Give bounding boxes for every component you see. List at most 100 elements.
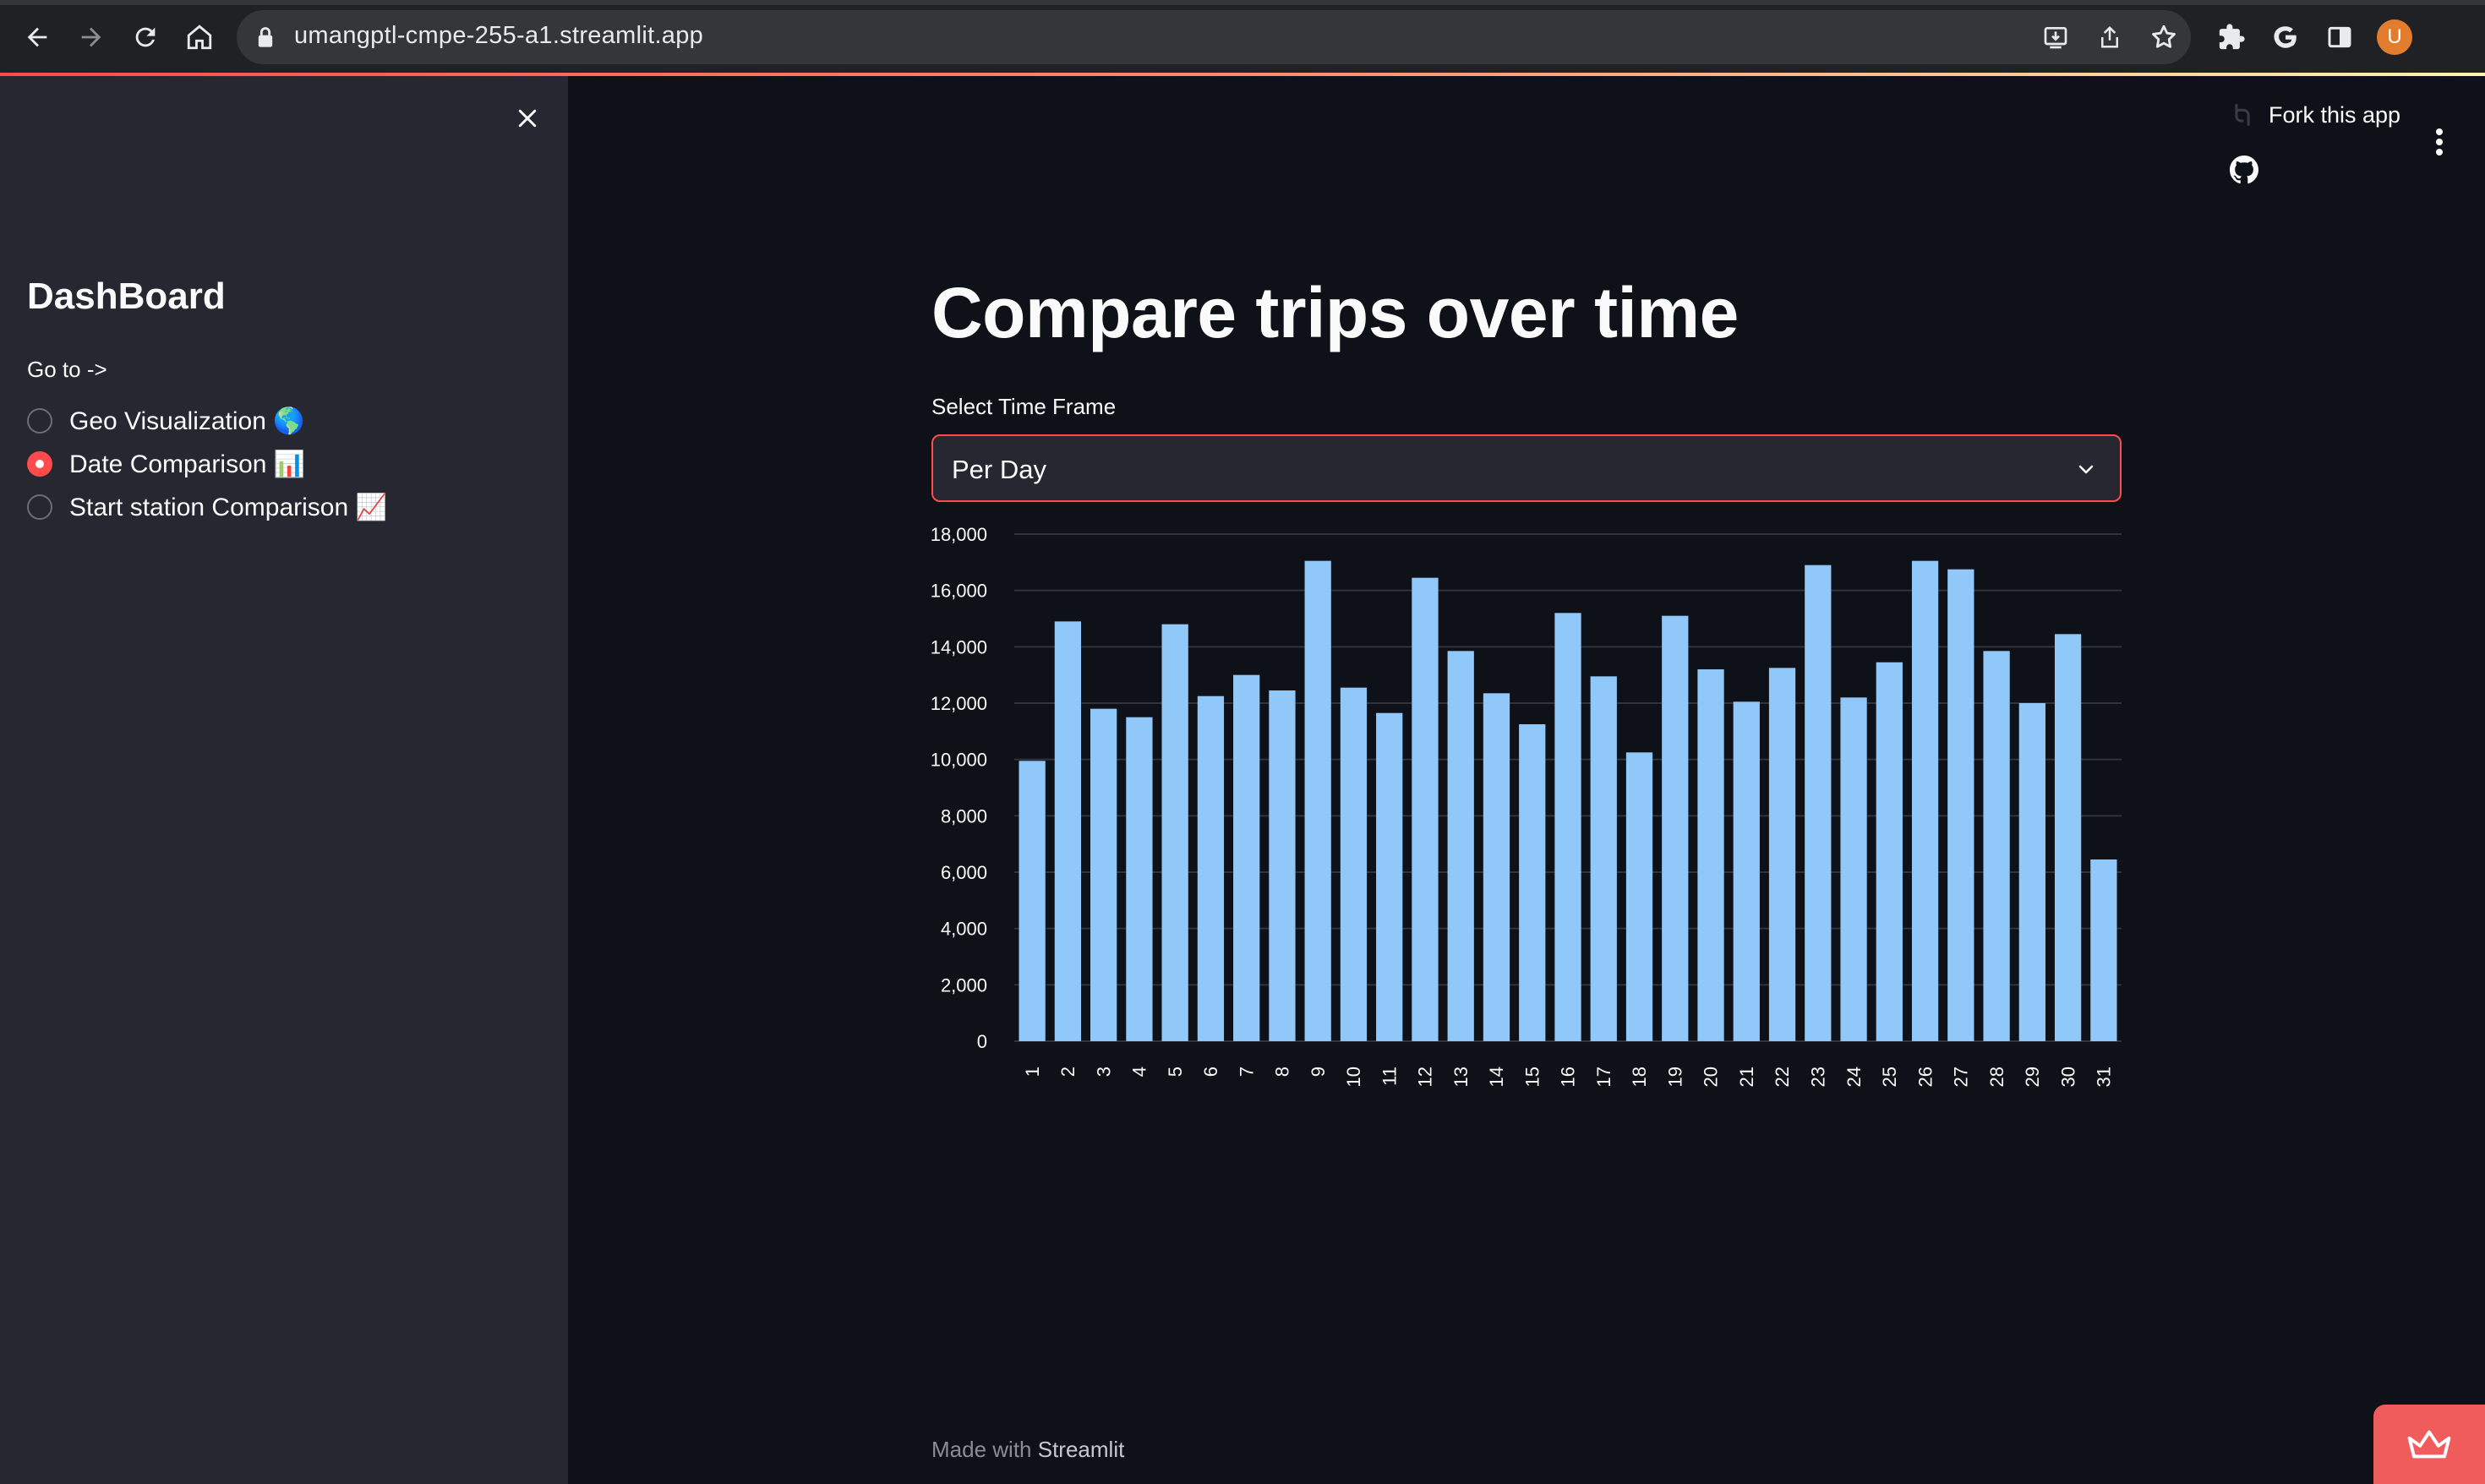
x-tick-label: 11	[1379, 1067, 1400, 1086]
bar	[1519, 724, 1546, 1041]
x-tick-label: 25	[1879, 1067, 1900, 1087]
tab-strip-edge	[0, 0, 2485, 5]
nav-option-label[interactable]: Start station Comparison 📈	[69, 493, 387, 522]
x-tick-label: 6	[1200, 1067, 1221, 1077]
bar	[1304, 560, 1331, 1041]
y-tick-label: 8,000	[941, 805, 987, 827]
close-sidebar-button[interactable]	[509, 100, 546, 137]
profile-avatar[interactable]: U	[2377, 19, 2412, 55]
close-icon	[518, 109, 537, 128]
streamlit-badge[interactable]	[2373, 1405, 2485, 1484]
x-tick-label: 21	[1736, 1067, 1757, 1087]
radio-button[interactable]	[27, 408, 52, 434]
nav-option-label[interactable]: Date Comparison 📊	[69, 450, 305, 479]
y-tick-label: 12,000	[931, 693, 987, 714]
y-tick-label: 4,000	[941, 919, 987, 940]
bar	[1911, 560, 1939, 1041]
y-tick-label: 2,000	[941, 974, 987, 996]
bar	[1269, 690, 1296, 1041]
bar	[1947, 569, 1974, 1041]
bar	[1733, 701, 1760, 1041]
sidebar-title: DashBoard	[27, 276, 226, 317]
share-icon[interactable]	[2091, 19, 2128, 56]
bar	[1876, 662, 1903, 1041]
nav-option-start-station-comparison[interactable]: Start station Comparison 📈	[27, 488, 387, 526]
google-icon[interactable]	[2267, 19, 2304, 56]
x-tick-label: 4	[1129, 1067, 1150, 1077]
x-tick-label: 15	[1521, 1067, 1543, 1087]
bar	[1412, 577, 1439, 1041]
install-icon[interactable]	[2037, 19, 2074, 56]
browser-toolbar: umangptl-cmpe-255-a1.streamlit.app U	[0, 0, 2485, 74]
footer-streamlit-link[interactable]: Streamlit	[1038, 1437, 1125, 1462]
x-tick-label: 16	[1558, 1067, 1579, 1087]
bar	[1161, 624, 1188, 1041]
bar	[2054, 634, 2082, 1041]
y-tick-label: 0	[977, 1031, 987, 1052]
chevron-down-icon[interactable]	[2076, 460, 2096, 480]
radio-button[interactable]	[27, 494, 52, 520]
y-tick-label: 16,000	[931, 581, 987, 602]
bar	[1840, 697, 1867, 1041]
x-tick-label: 30	[2057, 1067, 2078, 1087]
bar	[1662, 615, 1689, 1041]
back-arrow-icon[interactable]	[19, 19, 56, 56]
x-tick-label: 1	[1022, 1067, 1043, 1077]
footer: Made with Streamlit	[931, 1437, 1124, 1463]
nav-option-label[interactable]: Geo Visualization 🌎	[69, 406, 305, 436]
bar	[1090, 708, 1117, 1041]
radio-button-selected[interactable]	[27, 451, 52, 477]
bar	[1019, 761, 1046, 1041]
bar	[1983, 651, 2010, 1041]
x-tick-label: 28	[1986, 1067, 2007, 1087]
bar	[1376, 712, 1403, 1041]
nav-option-geo-visualization[interactable]: Geo Visualization 🌎	[27, 402, 305, 439]
x-tick-label: 8	[1272, 1067, 1293, 1077]
bar	[1625, 752, 1653, 1041]
bar	[1554, 613, 1581, 1041]
x-tick-label: 5	[1165, 1067, 1186, 1077]
home-icon[interactable]	[181, 19, 218, 56]
x-tick-label: 22	[1772, 1067, 1793, 1087]
x-tick-label: 27	[1951, 1067, 1972, 1087]
bar	[2090, 859, 2117, 1041]
bar	[1054, 621, 1082, 1041]
forward-arrow-icon[interactable]	[73, 19, 110, 56]
github-icon[interactable]	[2230, 155, 2258, 188]
star-icon[interactable]	[2145, 19, 2182, 56]
main-menu-icon[interactable]	[2434, 127, 2444, 161]
x-tick-label: 3	[1093, 1067, 1114, 1077]
url-text[interactable]: umangptl-cmpe-255-a1.streamlit.app	[294, 22, 703, 50]
x-tick-label: 24	[1843, 1067, 1865, 1087]
x-tick-label: 10	[1343, 1067, 1364, 1087]
crown-icon	[2407, 1430, 2451, 1459]
bar	[1768, 668, 1796, 1041]
y-tick-label: 18,000	[931, 524, 987, 545]
fork-app-button[interactable]: Fork this app	[2228, 100, 2400, 130]
time-frame-selected-value[interactable]: Per Day	[952, 455, 1046, 485]
bar	[1197, 696, 1225, 1041]
x-tick-label: 18	[1629, 1067, 1650, 1087]
y-tick-label: 14,000	[931, 636, 987, 657]
nav-option-date-comparison[interactable]: Date Comparison 📊	[27, 445, 305, 483]
x-tick-label: 17	[1593, 1067, 1614, 1087]
x-tick-label: 9	[1308, 1067, 1329, 1077]
bar	[1697, 669, 1724, 1041]
footer-prefix: Made with	[931, 1437, 1032, 1462]
lock-icon[interactable]	[255, 25, 276, 53]
x-tick-label: 12	[1415, 1067, 1436, 1087]
time-frame-select[interactable]: Per Day	[931, 434, 2122, 502]
x-tick-label: 14	[1486, 1067, 1507, 1087]
fork-icon	[2235, 104, 2250, 126]
reload-icon[interactable]	[127, 19, 164, 56]
x-tick-label: 29	[2022, 1067, 2043, 1087]
bar	[1447, 651, 1474, 1041]
x-tick-label: 23	[1808, 1067, 1829, 1087]
side-panel-icon[interactable]	[2321, 19, 2358, 56]
bar	[1483, 693, 1510, 1041]
bar	[1340, 687, 1368, 1041]
bar	[1805, 565, 1832, 1041]
fork-app-label[interactable]: Fork this app	[2269, 102, 2400, 128]
extensions-icon[interactable]	[2213, 19, 2250, 56]
y-tick-label: 10,000	[931, 750, 987, 771]
